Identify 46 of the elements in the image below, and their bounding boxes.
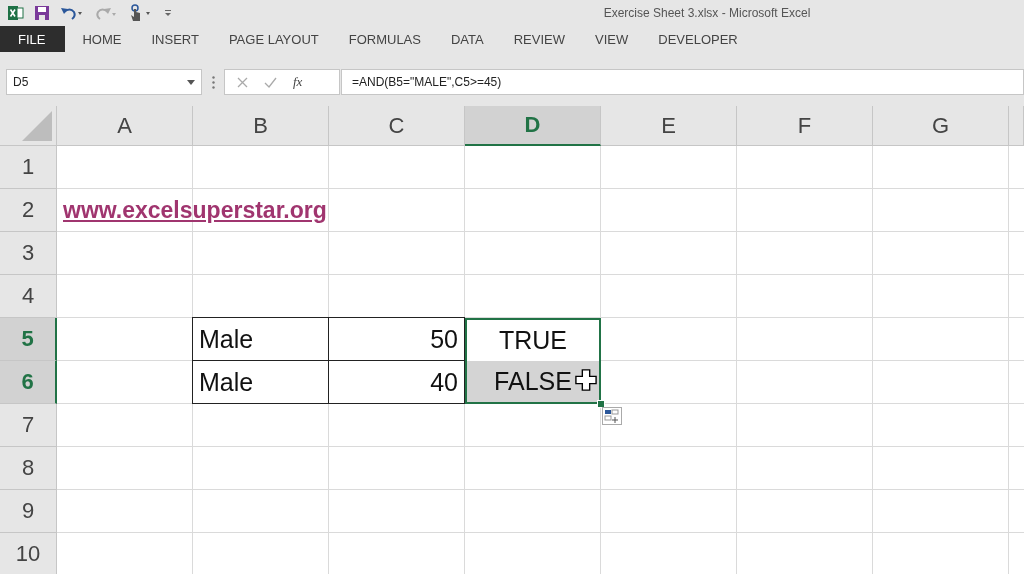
row-header[interactable]: 9 xyxy=(0,490,57,533)
quick-analysis-icon[interactable] xyxy=(602,407,622,425)
column-header[interactable]: A xyxy=(57,106,193,146)
column-header[interactable]: F xyxy=(737,106,873,146)
file-tab[interactable]: FILE xyxy=(0,26,66,52)
table-cell[interactable]: 40 xyxy=(328,360,465,404)
row-header[interactable]: 6 xyxy=(0,361,57,404)
column-header[interactable]: G xyxy=(873,106,1009,146)
table-cell[interactable]: Male xyxy=(192,360,329,404)
column-header[interactable]: C xyxy=(329,106,465,146)
ribbon-tab[interactable]: HOME xyxy=(67,26,137,52)
column-header[interactable]: D xyxy=(465,106,601,146)
column-header[interactable]: B xyxy=(193,106,329,146)
row-header[interactable]: 3 xyxy=(0,232,57,275)
cross-cursor-icon xyxy=(575,369,597,391)
ribbon-tab[interactable]: FORMULAS xyxy=(333,26,436,52)
website-link[interactable]: www.excelsuperstar.org xyxy=(63,197,327,224)
table-cell[interactable]: TRUE xyxy=(465,318,601,361)
table-cell[interactable]: FALSE xyxy=(465,361,601,404)
formula-field[interactable]: =AND(B5="MALE",C5>=45) xyxy=(341,69,1024,95)
ribbon-tab[interactable]: DATA xyxy=(435,26,499,52)
excel-logo-icon[interactable] xyxy=(8,5,24,21)
insert-function-button[interactable]: fx xyxy=(293,74,303,90)
name-box[interactable]: D5 xyxy=(6,69,202,95)
undo-icon[interactable] xyxy=(60,5,84,21)
save-icon[interactable] xyxy=(34,5,50,21)
row-header[interactable]: 8 xyxy=(0,447,57,490)
row-header[interactable]: 4 xyxy=(0,275,57,318)
ribbon-tab[interactable]: INSERT xyxy=(136,26,214,52)
fill-handle[interactable] xyxy=(597,400,605,408)
row-header[interactable]: 5 xyxy=(0,318,57,361)
ribbon-tab[interactable]: PAGE LAYOUT xyxy=(213,26,334,52)
checkmark-icon[interactable] xyxy=(264,76,277,88)
window-title: Exercise Sheet 3.xlsx - Microsoft Excel xyxy=(603,6,811,20)
ribbon-tab[interactable]: DEVELOPER xyxy=(643,26,753,52)
row-header[interactable]: 2 xyxy=(0,189,57,232)
column-header[interactable]: E xyxy=(601,106,737,146)
ribbon-tab[interactable]: VIEW xyxy=(580,26,644,52)
drag-handle-icon[interactable] xyxy=(211,75,215,89)
dropdown-caret-icon[interactable] xyxy=(187,79,195,85)
ribbon-tab[interactable]: REVIEW xyxy=(498,26,580,52)
row-header[interactable]: 1 xyxy=(0,146,57,189)
row-header[interactable]: 10 xyxy=(0,533,57,574)
table-cell[interactable]: Male xyxy=(192,317,329,361)
row-header[interactable]: 7 xyxy=(0,404,57,447)
customize-toolbar-icon[interactable] xyxy=(164,8,172,18)
